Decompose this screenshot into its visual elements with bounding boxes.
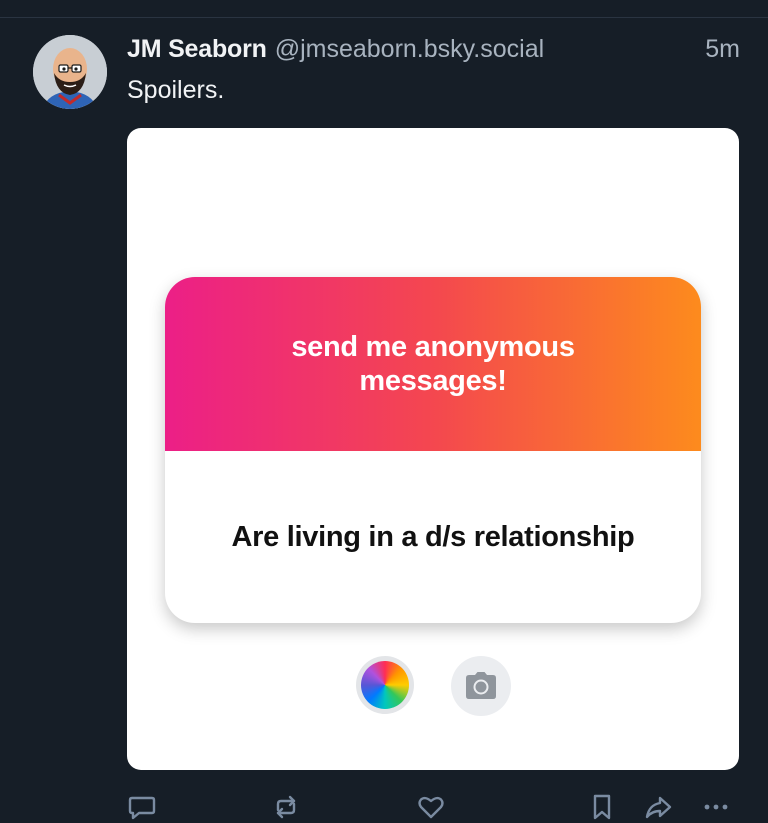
more-icon[interactable] — [699, 790, 733, 823]
camera-icon — [451, 656, 511, 716]
ngl-header: send me anonymous messages! — [165, 277, 701, 451]
color-wheel-icon — [356, 656, 414, 714]
share-icon[interactable] — [641, 790, 675, 823]
author-display-name[interactable]: JM Seaborn — [127, 35, 267, 64]
ngl-card: send me anonymous messages! Are living i… — [165, 277, 701, 623]
bookmark-icon[interactable] — [585, 790, 619, 823]
post-author[interactable]: JM Seaborn @jmseaborn.bsky.social — [127, 35, 544, 67]
reply-icon[interactable] — [125, 790, 159, 823]
post-text: Spoilers. — [127, 76, 225, 104]
ngl-question-text: Are living in a d/s relationship — [231, 520, 635, 553]
post-timestamp[interactable]: 5m — [705, 35, 740, 64]
embedded-image[interactable]: send me anonymous messages! Are living i… — [127, 128, 739, 770]
avatar[interactable] — [33, 35, 107, 109]
repost-icon[interactable] — [269, 790, 303, 823]
author-handle[interactable]: @jmseaborn.bsky.social — [275, 35, 544, 64]
top-divider — [0, 17, 768, 18]
post-page: JM Seaborn @jmseaborn.bsky.social 5m Spo… — [0, 0, 768, 823]
ngl-header-text: send me anonymous messages! — [291, 331, 575, 397]
like-icon[interactable] — [414, 790, 448, 823]
